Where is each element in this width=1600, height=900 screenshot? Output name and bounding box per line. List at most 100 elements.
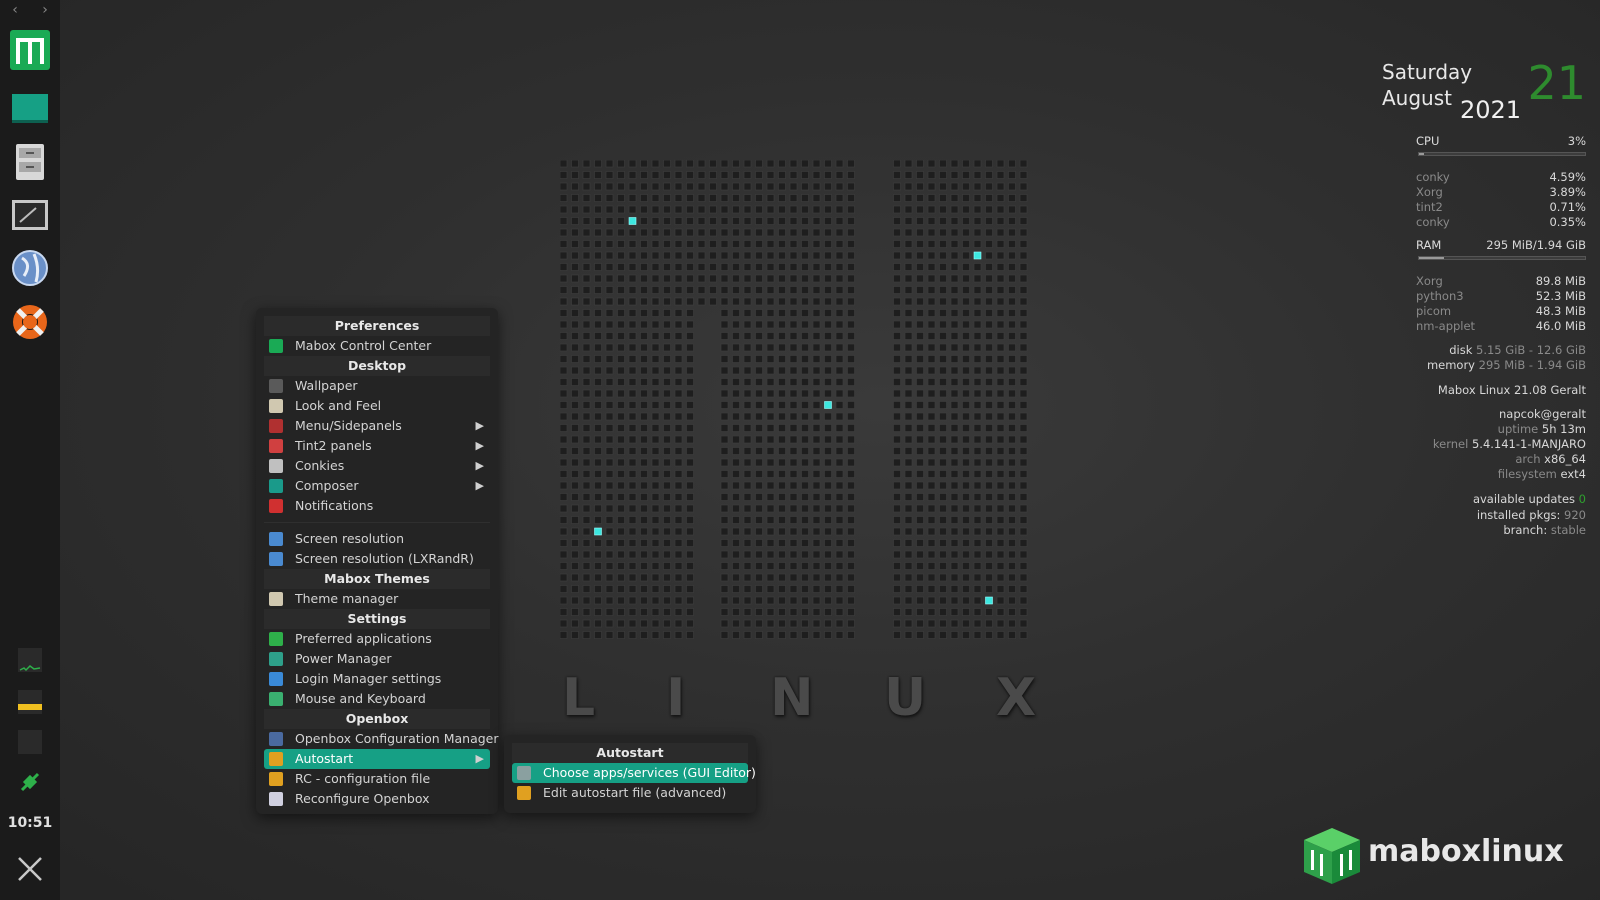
menu-item-preferred-apps[interactable]: Preferred applications (264, 629, 490, 649)
mabox-menu-icon[interactable] (10, 30, 50, 70)
menu-item-mabox-control[interactable]: Mabox Control Center (264, 336, 490, 356)
menu-item-look-feel[interactable]: Look and Feel (264, 396, 490, 416)
wallpaper-dot (640, 619, 648, 628)
wallpaper-dot (847, 355, 855, 363)
wallpaper-dot (732, 619, 740, 628)
wallpaper-dot (1019, 160, 1028, 168)
wallpaper-dot (571, 585, 579, 593)
wallpaper-dot (663, 481, 671, 490)
wallpaper-dot (1019, 286, 1028, 294)
wallpaper-dot (766, 297, 775, 306)
wallpaper-dot (835, 320, 844, 329)
menu-item-autostart[interactable]: Autostart ▶ (264, 749, 490, 769)
wallpaper-dot (594, 297, 602, 306)
menu-item-reconfigure[interactable]: Reconfigure Openbox (264, 789, 490, 809)
menu-item-mouse-keyboard[interactable]: Mouse and Keyboard (264, 689, 490, 709)
menu-item-gui-editor[interactable]: Choose apps/services (GUI Editor) (512, 763, 756, 783)
menu-item-notifications[interactable]: Notifications (264, 496, 490, 516)
wallpaper-dot (996, 309, 1005, 317)
menu-item-screen-resolution[interactable]: Screen resolution (264, 529, 490, 549)
menu-item-theme-manager[interactable]: Theme manager (264, 589, 490, 609)
wallpaper-dot (674, 194, 683, 202)
wallpaper-dot (927, 182, 936, 191)
wallpaper-dot (605, 539, 614, 547)
wallpaper-dot (835, 309, 844, 317)
wallpaper-dot (789, 217, 798, 225)
menu-item-tint2[interactable]: Tint2 panels ▶ (264, 436, 490, 456)
menu-item-login-manager[interactable]: Login Manager settings (264, 669, 490, 689)
process-name: tint2 (1416, 200, 1443, 214)
wallpaper-dot (732, 251, 740, 260)
wallpaper-dot (582, 366, 591, 375)
wallpaper-dot (927, 274, 936, 283)
menu-item-rc-file[interactable]: RC - configuration file (264, 769, 490, 789)
wallpaper-dot (973, 458, 982, 467)
wallpaper-dot (571, 343, 579, 352)
wallpaper-dot (640, 263, 648, 271)
wallpaper-dot (824, 550, 832, 559)
wallpaper-dot (835, 573, 844, 582)
menu-item-power-manager[interactable]: Power Manager (264, 649, 490, 669)
wallpaper-dot (962, 596, 970, 605)
memory-monitor-icon[interactable] (18, 690, 42, 714)
menu-item-edit-autostart[interactable]: Edit autostart file (advanced) (512, 783, 748, 803)
wallpaper-dot (801, 240, 809, 248)
wallpaper-dot (973, 332, 982, 340)
wallpaper-dot (617, 401, 625, 409)
submenu-arrow-icon: ▶ (475, 459, 484, 472)
wallpaper-dot (560, 343, 568, 352)
wallpaper-dot (985, 435, 993, 444)
wallpaper-dot (640, 274, 648, 283)
menu-item-conkies[interactable]: Conkies ▶ (264, 456, 490, 476)
wallpaper-dot (663, 240, 671, 248)
wallpaper-dot (628, 516, 637, 524)
menu-item-obconf[interactable]: Openbox Configuration Manager (264, 729, 499, 749)
wallpaper-dot (582, 297, 591, 306)
wallpaper-dot (904, 458, 913, 467)
wallpaper-dot (582, 550, 591, 559)
wallpaper-dot (847, 378, 855, 386)
wallpaper-dot (916, 401, 924, 409)
wallpaper-dot (571, 573, 579, 582)
wallpaper-dot (812, 228, 821, 237)
menu-item-wallpaper[interactable]: Wallpaper (264, 376, 490, 396)
wallpaper-dot (893, 263, 901, 271)
help-icon[interactable] (10, 302, 50, 342)
desktop-icon[interactable] (10, 90, 50, 130)
wallpaper-dot (939, 251, 947, 260)
wallpaper-dot (686, 343, 694, 352)
wallpaper-dot (1008, 401, 1016, 409)
wallpaper-dot (617, 332, 625, 340)
wallpaper-dot (640, 493, 648, 501)
terminal-icon[interactable] (10, 196, 50, 236)
wallpaper-dot (950, 240, 959, 248)
wallpaper-dot (605, 596, 614, 605)
network-icon[interactable] (18, 770, 42, 794)
next-desktop-button[interactable]: › (42, 2, 48, 18)
panel-clock[interactable]: 10:51 (0, 815, 60, 831)
menu-item-lxrandr[interactable]: Screen resolution (LXRandR) (264, 549, 490, 569)
wallpaper-dot (835, 562, 844, 570)
close-icon[interactable] (16, 855, 44, 883)
wallpaper-dot (732, 401, 740, 409)
wallpaper-dot (594, 228, 602, 237)
menu-item-menu-sidepanels[interactable]: Menu/Sidepanels ▶ (264, 416, 490, 436)
cpu-monitor-icon[interactable] (18, 648, 42, 672)
web-browser-icon[interactable] (10, 248, 50, 288)
menu-item-composer[interactable]: Composer ▶ (264, 476, 490, 496)
wallpaper-dot (560, 550, 568, 559)
file-manager-icon[interactable] (10, 142, 50, 182)
wallpaper-dot (720, 493, 729, 501)
wallpaper-dot (824, 228, 832, 237)
swap-monitor-icon[interactable] (18, 730, 42, 754)
previous-desktop-button[interactable]: ‹ (12, 2, 18, 18)
wallpaper-dot (1019, 493, 1028, 501)
wallpaper-dot (1008, 251, 1016, 260)
wallpaper-dot (720, 160, 729, 168)
wallpaper-dot (1019, 366, 1028, 375)
wallpaper-dot (674, 205, 683, 214)
wallpaper-dot (720, 274, 729, 283)
wallpaper-letter: X (996, 668, 1037, 728)
wallpaper-dot (755, 458, 763, 467)
wallpaper-dot (651, 608, 660, 616)
